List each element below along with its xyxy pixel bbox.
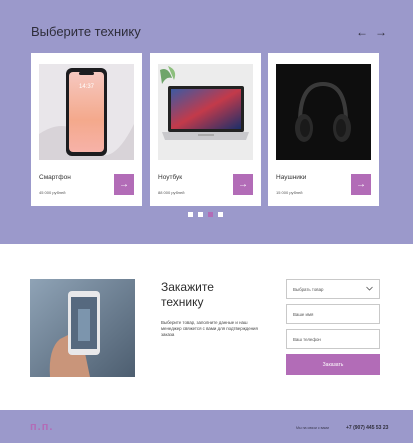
- catalog-section: Выберите технику ← → 14:37 Смартфон 45 0…: [0, 0, 413, 244]
- laptop-image: [158, 64, 253, 160]
- headphones-image: [276, 64, 371, 160]
- name-input[interactable]: Ваше имя: [286, 304, 380, 324]
- svg-text:14:37: 14:37: [79, 84, 95, 90]
- logo: п.п.: [30, 421, 54, 433]
- product-open-button[interactable]: →: [351, 174, 371, 195]
- arrow-right-icon: →: [119, 179, 129, 190]
- product-select-label: Выбрать товар: [293, 286, 324, 292]
- order-photo: [30, 279, 135, 377]
- arrow-left-icon[interactable]: ←: [356, 26, 368, 38]
- order-submit-button[interactable]: Заказать: [286, 354, 380, 375]
- catalog-title: Выберите технику: [31, 24, 141, 39]
- product-name: Наушники: [276, 174, 307, 181]
- product-select[interactable]: Выбрать товар: [286, 279, 380, 299]
- smartphone-image: 14:37: [39, 64, 134, 160]
- order-title-line: Закажите: [161, 280, 214, 294]
- arrow-right-icon: →: [356, 179, 366, 190]
- phone-number[interactable]: +7 (907) 445 53 23: [346, 425, 388, 431]
- order-description: Выберите товар, заполните данные и наш м…: [161, 320, 258, 337]
- product-card-smartphone[interactable]: 14:37 Смартфон 45 000 рублей →: [31, 53, 142, 206]
- footer: п.п. Мы на связи с вами +7 (907) 445 53 …: [0, 410, 413, 443]
- name-input-placeholder: Ваше имя: [293, 311, 314, 317]
- phone-input[interactable]: Ваш телефон: [286, 329, 380, 349]
- phone-input-placeholder: Ваш телефон: [293, 336, 321, 342]
- pagination-dot[interactable]: [198, 212, 203, 217]
- slider-arrows: ← →: [356, 26, 387, 38]
- slider-pagination: [188, 212, 223, 217]
- product-card-laptop[interactable]: Ноутбук 88 000 рублей →: [150, 53, 261, 206]
- pagination-dot[interactable]: [188, 212, 193, 217]
- order-title-line: технику: [161, 295, 204, 309]
- pagination-dot-active[interactable]: [208, 212, 213, 217]
- product-name: Ноутбук: [158, 174, 183, 181]
- product-open-button[interactable]: →: [114, 174, 134, 195]
- pagination-dot[interactable]: [218, 212, 223, 217]
- product-card-headphones[interactable]: Наушники 15 000 рублей →: [268, 53, 379, 206]
- product-price: 15 000 рублей: [276, 190, 303, 195]
- product-open-button[interactable]: →: [233, 174, 253, 195]
- order-title: Закажите технику: [161, 280, 214, 310]
- chevron-down-icon: [366, 286, 373, 292]
- contact-label: Мы на связи с вами: [296, 426, 329, 430]
- product-name: Смартфон: [39, 174, 71, 181]
- order-form: Выбрать товар Ваше имя Ваш телефон Заказ…: [286, 279, 380, 375]
- arrow-right-icon[interactable]: →: [375, 26, 387, 38]
- product-price: 88 000 рублей: [158, 190, 185, 195]
- product-price: 45 000 рублей: [39, 190, 66, 195]
- arrow-right-icon: →: [238, 179, 248, 190]
